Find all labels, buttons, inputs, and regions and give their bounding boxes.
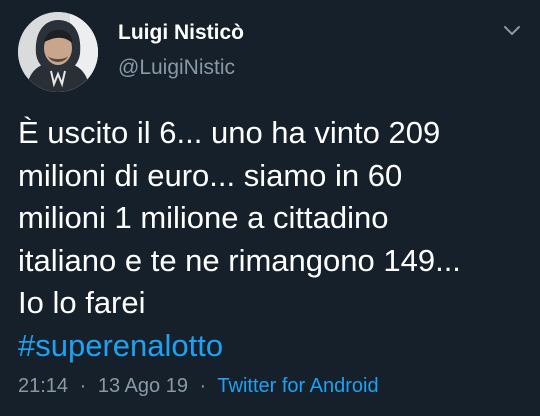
tweet-meta: 21:14 · 13 Ago 19 · Twitter for Android: [18, 373, 379, 399]
tweet-card: Luigi Nisticò @LuigiNistic È uscito il 6…: [0, 0, 540, 416]
source-link[interactable]: Twitter for Android: [217, 375, 378, 397]
tweet-text: È uscito il 6... uno ha vinto 209 milion…: [18, 112, 528, 367]
tweet-text-line: italiano e te ne rimangono 149...: [18, 242, 461, 278]
tweet-date: 13 Ago 19: [97, 375, 188, 397]
meta-separator: ·: [79, 375, 87, 397]
tweet-time: 21:14: [18, 375, 69, 397]
tweet-text-line: milioni 1 milione a cittadino: [18, 200, 389, 235]
display-name[interactable]: Luigi Nisticò: [118, 20, 244, 46]
chevron-down-icon[interactable]: [502, 24, 522, 38]
meta-separator: ·: [199, 375, 207, 397]
hashtag-link[interactable]: #superenalotto: [18, 325, 528, 368]
tweet-header: Luigi Nisticò @LuigiNistic: [18, 12, 522, 92]
tweet-text-line: milioni di euro... siamo in 60: [18, 157, 403, 193]
avatar[interactable]: [18, 12, 98, 92]
tweet-text-line: Io lo farei: [18, 285, 146, 320]
user-handle[interactable]: @LuigiNistic: [118, 55, 244, 81]
profile-photo-icon: [18, 12, 98, 92]
tweet-text-line: È uscito il 6... uno ha vinto 209: [18, 115, 441, 150]
user-meta: Luigi Nisticò @LuigiNistic: [118, 20, 244, 81]
